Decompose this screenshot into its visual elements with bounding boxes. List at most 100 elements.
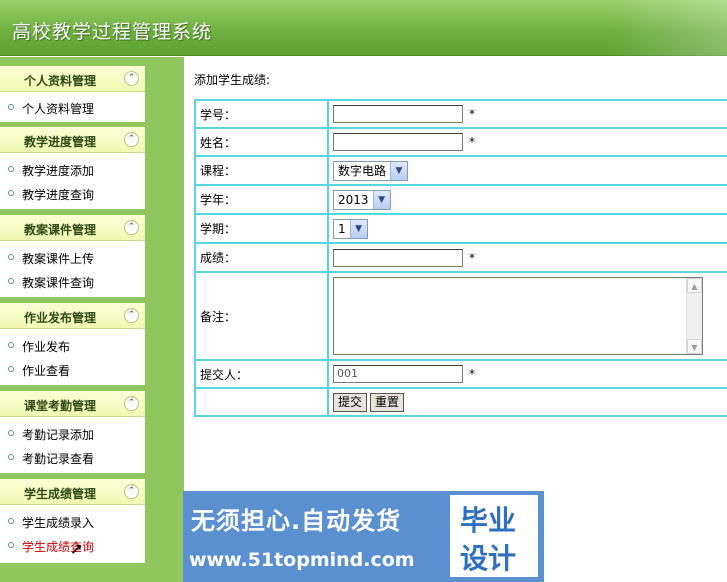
bullet-icon — [8, 454, 14, 460]
year-select[interactable]: 2013 ▼ — [333, 189, 391, 210]
header-gloss — [607, 0, 727, 56]
field-label: 学年： — [194, 184, 329, 215]
field-cell: 1 ▼ — [327, 213, 727, 244]
course-select[interactable]: 数字电路 ▼ — [333, 160, 409, 181]
watermark-badge: 毕业 设计 — [450, 495, 538, 577]
field-cell: 数字电路 ▼ — [327, 155, 727, 186]
menu-group-header[interactable]: 教案课件管理 ⌃ — [0, 215, 145, 241]
pointer-cursor-icon: ➚ — [70, 539, 84, 558]
watermark-badge-line1: 毕业 — [460, 504, 517, 537]
app-title: 高校教学过程管理系统 — [12, 21, 213, 43]
collapse-icon[interactable]: ⌃ — [124, 220, 139, 235]
submitter-input[interactable]: 001 — [333, 365, 463, 383]
bullet-icon — [8, 542, 14, 548]
menu-group-courseware: 教案课件管理 ⌃ 教案课件上传 教案课件查询 — [0, 215, 145, 297]
bullet-icon — [8, 190, 14, 196]
menu-group-progress: 教学进度管理 ⌃ 教学进度添加 教学进度查询 — [0, 127, 145, 209]
menu-group-attendance: 课堂考勤管理 ⌃ 考勤记录添加 考勤记录查看 — [0, 391, 145, 473]
collapse-icon[interactable]: ⌃ — [124, 132, 139, 147]
bullet-icon — [8, 518, 14, 524]
required-mark: * — [469, 107, 475, 121]
form-row-student-id: 学号： * — [194, 99, 727, 129]
sidebar-item-label: 个人资料管理 — [22, 102, 95, 116]
score-input[interactable] — [333, 248, 463, 267]
sidebar: 个人资料管理 ⌃ 个人资料管理 教学进度管理 ⌃ 教学进度添加 教学进度查询 教… — [0, 57, 184, 582]
form-row-year: 学年： 2013 ▼ — [194, 184, 727, 215]
chevron-down-icon[interactable]: ▼ — [349, 219, 367, 238]
form-row-course: 课程： 数字电路 ▼ — [194, 155, 727, 186]
bullet-icon — [8, 366, 14, 372]
course-select-value: 数字电路 — [338, 164, 387, 178]
sidebar-item-label: 教学进度添加 — [22, 164, 95, 178]
collapse-icon[interactable]: ⌃ — [124, 396, 139, 411]
menu-group-header[interactable]: 学生成绩管理 ⌃ — [0, 479, 145, 505]
menu-group-title: 教案课件管理 — [23, 223, 96, 237]
sidebar-item-label: 作业发布 — [22, 340, 71, 354]
collapse-icon[interactable]: ⌃ — [124, 484, 139, 499]
score-form: 学号： * 姓名： * 课程： 数字电路 ▼ 学年： 2013 ▼ 学期： 1 … — [194, 99, 727, 417]
watermark-line1: 无须担心.自动发货 — [191, 507, 402, 535]
menu-group-title: 作业发布管理 — [23, 311, 96, 325]
term-select-value: 1 — [338, 221, 346, 236]
bullet-icon — [8, 166, 14, 172]
sidebar-item-homework-view[interactable]: 作业查看 — [0, 357, 145, 381]
sidebar-item-label: 考勤记录添加 — [22, 428, 95, 442]
sidebar-item-personal-info[interactable]: 个人资料管理 — [0, 95, 145, 119]
field-label: 课程： — [194, 155, 329, 186]
sidebar-item-label: 作业查看 — [22, 364, 71, 378]
field-label: 学号： — [194, 99, 329, 129]
menu-group-homework: 作业发布管理 ⌃ 作业发布 作业查看 — [0, 303, 145, 385]
sidebar-item-courseware-upload[interactable]: 教案课件上传 — [0, 245, 145, 269]
watermark-badge-line2: 设计 — [460, 542, 517, 575]
menu-group-header[interactable]: 作业发布管理 ⌃ — [0, 303, 145, 329]
form-row-name: 姓名： * — [194, 127, 727, 157]
required-mark: * — [469, 367, 475, 381]
sidebar-item-score-entry[interactable]: 学生成绩录入 — [0, 509, 145, 533]
term-select[interactable]: 1 ▼ — [333, 218, 368, 239]
student-id-input[interactable] — [333, 105, 463, 123]
reset-button[interactable]: 重置 — [370, 392, 405, 412]
menu-group-title: 学生成绩管理 — [23, 487, 96, 501]
remark-textarea[interactable]: ▲ ▼ — [333, 277, 703, 355]
sidebar-item-progress-add[interactable]: 教学进度添加 — [0, 157, 145, 181]
menu-group-title: 教学进度管理 — [23, 135, 96, 149]
sidebar-item-score-query[interactable]: 学生成绩查询 ➚ — [0, 533, 145, 558]
bullet-icon — [8, 254, 14, 260]
submit-button[interactable]: 提交 — [333, 392, 368, 412]
menu-group-header[interactable]: 教学进度管理 ⌃ — [0, 127, 145, 153]
collapse-icon[interactable]: ⌃ — [124, 71, 139, 86]
required-mark: * — [469, 250, 475, 265]
empty-cell — [194, 387, 329, 417]
menu-group-header[interactable]: 个人资料管理 ⌃ — [0, 66, 145, 92]
sidebar-item-label: 教案课件查询 — [22, 276, 95, 290]
bullet-icon — [8, 104, 14, 110]
field-label: 姓名： — [194, 127, 329, 157]
sidebar-item-homework-publish[interactable]: 作业发布 — [0, 333, 145, 357]
field-cell: * — [327, 242, 727, 273]
form-row-term: 学期： 1 ▼ — [194, 213, 727, 244]
menu-group-header[interactable]: 课堂考勤管理 ⌃ — [0, 391, 145, 417]
field-cell: 2013 ▼ — [327, 184, 727, 215]
form-row-actions: 提交 重置 — [194, 387, 727, 417]
name-input[interactable] — [333, 133, 463, 151]
field-label: 学期： — [194, 213, 329, 244]
scroll-up-icon[interactable]: ▲ — [687, 278, 702, 293]
sidebar-item-progress-query[interactable]: 教学进度查询 — [0, 181, 145, 205]
menu-group-title: 个人资料管理 — [23, 74, 96, 88]
sidebar-item-label: 教案课件上传 — [22, 252, 95, 266]
field-cell: ▲ ▼ — [327, 271, 727, 361]
textarea-scrollbar[interactable]: ▲ ▼ — [686, 278, 702, 354]
year-select-value: 2013 — [338, 192, 369, 207]
field-label: 备注： — [194, 271, 329, 361]
sidebar-item-attendance-view[interactable]: 考勤记录查看 — [0, 445, 145, 469]
field-label: 提交人： — [194, 359, 329, 389]
bullet-icon — [8, 430, 14, 436]
menu-group-title: 课堂考勤管理 — [23, 399, 96, 413]
collapse-icon[interactable]: ⌃ — [124, 308, 139, 323]
chevron-down-icon[interactable]: ▼ — [390, 161, 408, 180]
scroll-down-icon[interactable]: ▼ — [687, 339, 702, 354]
chevron-down-icon[interactable]: ▼ — [372, 190, 390, 209]
sidebar-item-courseware-query[interactable]: 教案课件查询 — [0, 269, 145, 293]
field-label: 成绩： — [194, 242, 329, 273]
sidebar-item-attendance-add[interactable]: 考勤记录添加 — [0, 421, 145, 445]
